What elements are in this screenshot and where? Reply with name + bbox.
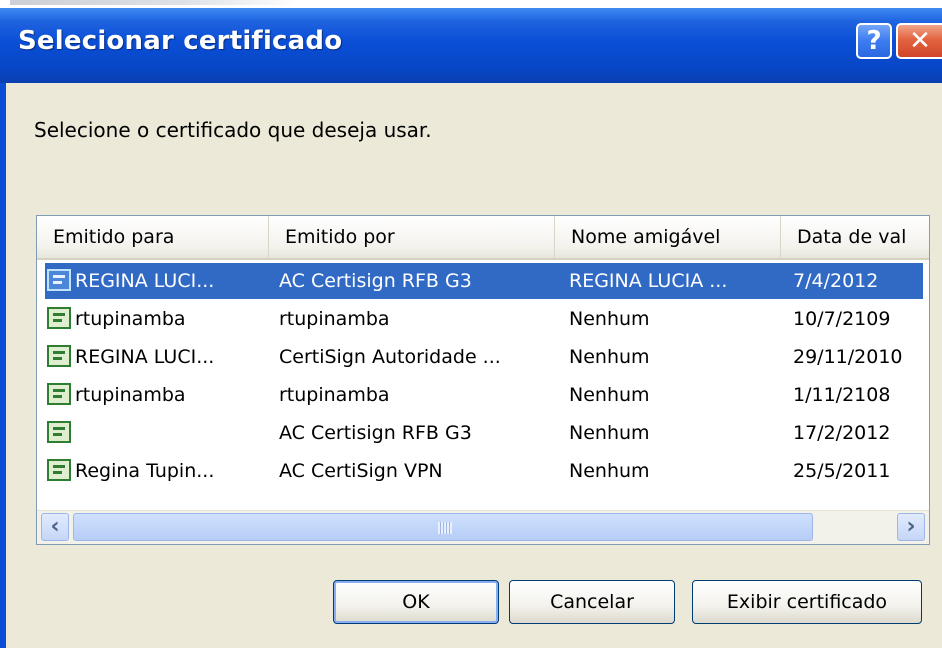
scrollbar-grip-icon (438, 522, 452, 534)
cell-friendly-name: Nenhum (569, 346, 650, 368)
cell-issued-by: rtupinamba (279, 308, 390, 330)
cell-issued-to: Regina Tupin... (75, 460, 215, 482)
chevron-right-icon: › (906, 514, 916, 539)
cell-friendly-name: Nenhum (569, 384, 650, 406)
cell-valid-date: 29/11/2010 (793, 346, 903, 368)
close-icon: ✕ (909, 26, 931, 56)
cell-friendly-name: REGINA LUCIA ... (569, 270, 728, 292)
cell-issued-by: CertiSign Autoridade ... (279, 346, 501, 368)
cell-valid-date: 1/11/2108 (793, 384, 891, 406)
help-button[interactable]: ? (856, 23, 892, 59)
cell-valid-date: 10/7/2109 (793, 308, 891, 330)
scrollbar-thumb[interactable] (73, 513, 813, 541)
cell-issued-to: rtupinamba (75, 308, 186, 330)
column-header-friendly-name[interactable]: Nome amigável (555, 216, 781, 258)
cell-friendly-name: Nenhum (569, 308, 650, 330)
dialog-title: Selecionar certificado (18, 26, 343, 56)
table-row[interactable]: REGINA LUCI... AC Certisign RFB G3 REGIN… (37, 263, 929, 299)
certificate-dialog: Selecionar certificado ? ✕ Selecione o c… (0, 8, 942, 648)
cell-friendly-name: Nenhum (569, 422, 650, 444)
background-window-fragment (10, 0, 300, 5)
table-row[interactable]: REGINA LUCI... CertiSign Autoridade ... … (37, 339, 929, 375)
cell-issued-by: AC CertiSign VPN (279, 460, 443, 482)
cell-issued-to: REGINA LUCI... (75, 270, 215, 292)
chevron-left-icon: ‹ (50, 514, 60, 539)
certificate-icon (47, 269, 71, 291)
certificate-icon (47, 307, 71, 329)
table-row[interactable]: AC Certisign RFB G3 Nenhum 17/2/2012 (37, 415, 929, 451)
help-icon: ? (866, 26, 882, 56)
table-row[interactable]: Regina Tupin... AC CertiSign VPN Nenhum … (37, 453, 929, 489)
close-button[interactable]: ✕ (896, 23, 942, 59)
certificate-icon (47, 421, 71, 443)
cancel-button[interactable]: Cancelar (509, 580, 675, 624)
table-row[interactable]: rtupinamba rtupinamba Nenhum 10/7/2109 (37, 301, 929, 337)
cell-issued-by: AC Certisign RFB G3 (279, 422, 472, 444)
cell-issued-to: REGINA LUCI... (75, 346, 215, 368)
list-header: Emitido para Emitido por Nome amigável D… (37, 216, 929, 260)
cell-issued-to (75, 415, 267, 451)
cell-valid-date: 17/2/2012 (793, 422, 891, 444)
certificate-list[interactable]: Emitido para Emitido por Nome amigável D… (36, 215, 930, 545)
table-row[interactable]: rtupinamba rtupinamba Nenhum 1/11/2108 (37, 377, 929, 413)
background-window-strip (0, 0, 942, 8)
ok-button[interactable]: OK (333, 580, 499, 624)
title-bar[interactable]: Selecionar certificado ? ✕ (0, 8, 942, 83)
column-header-issued-by[interactable]: Emitido por (269, 216, 555, 258)
cell-friendly-name: Nenhum (569, 460, 650, 482)
certificate-icon (47, 459, 71, 481)
cell-issued-by: AC Certisign RFB G3 (279, 270, 472, 292)
scroll-right-button[interactable]: › (897, 513, 925, 541)
view-certificate-button[interactable]: Exibir certificado (692, 580, 922, 624)
column-header-issued-to[interactable]: Emitido para (37, 216, 269, 258)
cell-valid-date: 25/5/2011 (793, 460, 891, 482)
cell-issued-to: rtupinamba (75, 384, 186, 406)
instruction-text: Selecione o certificado que deseja usar. (34, 118, 432, 142)
scroll-left-button[interactable]: ‹ (41, 513, 69, 541)
certificate-icon (47, 345, 71, 367)
certificate-icon (47, 383, 71, 405)
cell-valid-date: 7/4/2012 (793, 270, 879, 292)
dialog-body: Selecione o certificado que deseja usar.… (6, 83, 942, 648)
column-header-valid-date[interactable]: Data de val (781, 216, 929, 258)
cell-issued-by: rtupinamba (279, 384, 390, 406)
horizontal-scrollbar[interactable]: ‹ › (37, 510, 929, 544)
